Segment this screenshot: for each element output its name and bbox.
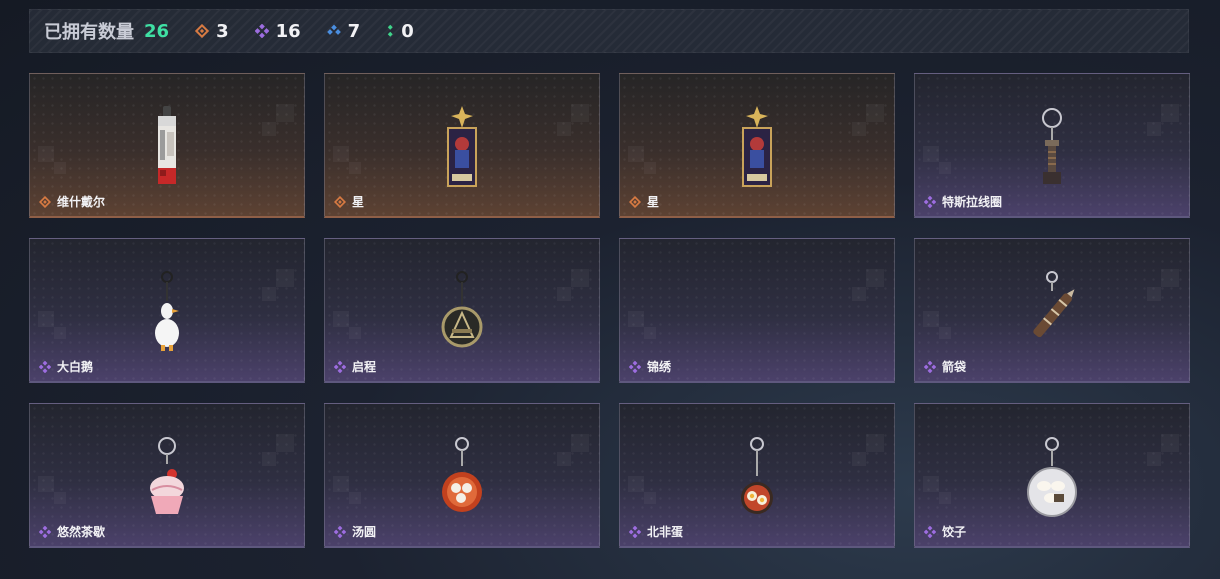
orange-diamond-icon	[334, 195, 346, 208]
quiver-keychain-icon	[1033, 271, 1075, 338]
item-label: 箭袋	[924, 358, 966, 375]
item-label: 星	[629, 193, 659, 210]
star-tarot-card-icon	[742, 106, 772, 187]
rarity-stat-green: 0	[386, 21, 414, 42]
item-card[interactable]: 特斯拉线圈	[914, 73, 1190, 218]
rarity-stat-purple: 16	[254, 20, 301, 42]
purple-cluster-icon	[254, 24, 269, 38]
item-name: 北非蛋	[647, 525, 684, 539]
item-name: 饺子	[942, 525, 967, 539]
rarity-count-orange: 3	[216, 20, 229, 42]
item-card[interactable]: 北非蛋	[619, 403, 895, 548]
item-card[interactable]: 启程	[324, 238, 600, 383]
item-label: 锦绣	[629, 358, 671, 375]
item-label: 星	[334, 193, 364, 210]
purple-cluster-icon	[629, 525, 641, 538]
item-name: 启程	[352, 360, 377, 374]
tangyuan-bowl-keychain-icon	[442, 437, 482, 512]
shakshuka-pan-keychain-icon	[741, 437, 773, 514]
item-card[interactable]: 饺子	[914, 403, 1190, 548]
blue-cluster-icon	[326, 24, 341, 35]
medallion-keychain-icon	[441, 271, 483, 348]
item-label: 饺子	[924, 523, 966, 540]
item-card[interactable]: 星	[324, 73, 600, 218]
item-name: 大白鹅	[57, 360, 94, 374]
item-name: 锦绣	[647, 360, 672, 374]
cupcake-keychain-icon	[150, 437, 184, 514]
purple-cluster-icon	[39, 525, 51, 538]
purple-cluster-icon	[334, 525, 346, 538]
star-tarot-card-icon	[447, 106, 477, 187]
keychain-grid: 维什戴尔 星 星 特斯拉线圈 大白鹅 启程 锦绣 箭袋 悠然茶歇 汤圆 北非蛋 …	[29, 73, 1190, 548]
orange-diamond-icon	[195, 24, 210, 38]
item-card[interactable]: 悠然茶歇	[29, 403, 305, 548]
item-label: 北非蛋	[629, 523, 683, 540]
item-name: 星	[647, 195, 660, 209]
rarity-count-purple: 16	[275, 20, 301, 42]
item-label: 大白鹅	[39, 358, 93, 375]
tesla-coil-keychain-icon	[1042, 108, 1062, 184]
item-card[interactable]: 汤圆	[324, 403, 600, 548]
orange-diamond-icon	[39, 195, 51, 208]
item-name: 维什戴尔	[57, 195, 106, 209]
purple-cluster-icon	[924, 525, 936, 538]
purple-cluster-icon	[39, 360, 51, 373]
item-label: 维什戴尔	[39, 193, 105, 210]
rarity-stat-orange: 3	[195, 21, 229, 42]
item-name: 汤圆	[352, 525, 377, 539]
item-label: 启程	[334, 358, 376, 375]
owned-count-total: 26	[144, 20, 170, 42]
item-card[interactable]: 箭袋	[914, 238, 1190, 383]
owned-count-label: 已拥有数量	[44, 22, 134, 43]
item-name: 特斯拉线圈	[942, 195, 1003, 209]
rarity-count-green: 0	[401, 20, 414, 42]
item-label: 悠然茶歇	[39, 523, 105, 540]
orange-diamond-icon	[629, 195, 641, 208]
item-card[interactable]: 星	[619, 73, 895, 218]
rarity-count-blue: 7	[347, 20, 361, 42]
white-goose-keychain-icon	[155, 271, 179, 351]
item-label: 特斯拉线圈	[924, 193, 1002, 210]
item-name: 悠然茶歇	[57, 525, 106, 539]
rarity-stat-blue: 7	[326, 20, 361, 42]
purple-cluster-icon	[924, 360, 936, 373]
dumpling-plate-keychain-icon	[1027, 437, 1077, 517]
purple-cluster-icon	[924, 195, 936, 208]
purple-cluster-icon	[334, 360, 346, 373]
item-name: 星	[352, 195, 365, 209]
item-card[interactable]: 大白鹅	[29, 238, 305, 383]
item-label: 汤圆	[334, 523, 376, 540]
red-phone-strap-icon	[158, 106, 176, 184]
green-dots-icon	[387, 24, 393, 37]
owned-count-bar: 已拥有数量 26 3 16 7 0	[29, 9, 1189, 53]
item-name: 箭袋	[942, 360, 967, 374]
item-card[interactable]: 维什戴尔	[29, 73, 305, 218]
purple-cluster-icon	[629, 360, 641, 373]
item-card[interactable]: 锦绣	[619, 238, 895, 383]
